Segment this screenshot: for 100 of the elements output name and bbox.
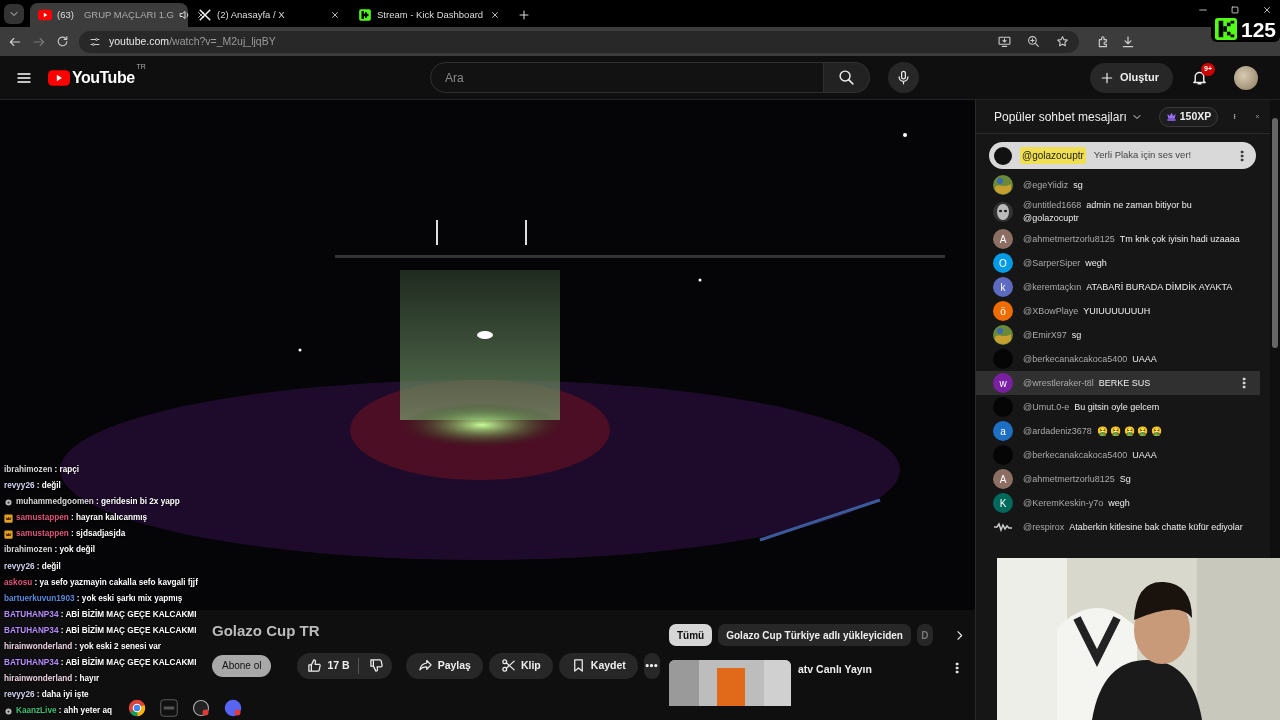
- chat-message: @EmirX97 sg: [1023, 328, 1083, 342]
- browser-icon[interactable]: [128, 699, 146, 717]
- chat-message: @XBowPlaye YUIUUUUUUUH: [1023, 304, 1152, 318]
- more-button[interactable]: [643, 652, 660, 679]
- crown-icon: [1165, 111, 1177, 122]
- chat-message: @berkecanakcakoca5400 UAAA: [1023, 352, 1158, 366]
- avatar-icon[interactable]: [1234, 65, 1258, 90]
- crown-icon: [4, 529, 13, 539]
- subscribe-button[interactable]: Abone ol: [212, 654, 272, 677]
- chat-message: @untitled1668 admin ne zaman bitiyor bu @golazocuptr: [1023, 199, 1193, 225]
- chat-message: hirainwonderland : hayır: [4, 673, 100, 686]
- search-icon: [837, 69, 855, 86]
- thumbs-up-icon: [307, 658, 323, 673]
- chat-message: BATUHANP34 : ABİ BİZİM MAÇ GEÇE KALCAKMI: [4, 656, 197, 670]
- site-info-icon[interactable]: [89, 35, 101, 48]
- avatar: A: [993, 469, 1013, 489]
- download-icon[interactable]: [1121, 34, 1135, 49]
- close-icon[interactable]: [1262, 4, 1272, 15]
- app-icon[interactable]: [224, 699, 242, 717]
- chat-message: @egeYiidiz sg: [1023, 178, 1084, 192]
- chat-message: hirainwonderland : yok eski 2 senesi var: [4, 641, 161, 654]
- maximize-icon[interactable]: [1230, 4, 1240, 15]
- chat-message: askosu : ya sefo yazmayin cakalla sefo kavgali fjjf: [4, 576, 198, 589]
- bookmark-star-icon[interactable]: [1056, 35, 1069, 48]
- chat-message: @wrestleraker-t8l BERKE SUS: [1023, 376, 1152, 390]
- avatar: A: [993, 229, 1013, 249]
- xp-badge[interactable]: 150XP: [1158, 106, 1219, 127]
- gear-icon: [4, 706, 13, 716]
- chat-message: revyy26 : daha iyi işte: [4, 689, 89, 702]
- avatar-icon: [993, 175, 1013, 195]
- avatar-icon: [993, 325, 1013, 345]
- bell-icon[interactable]: [1191, 69, 1208, 86]
- voice-search-button[interactable]: [887, 62, 919, 93]
- chat-message: samustappen : sjdsadjasjda: [16, 528, 126, 541]
- chat-message: revyy26 : değil: [4, 480, 61, 493]
- chat-message: muhammedgoomen : geridesin bi 2x yapp: [16, 496, 180, 509]
- speaker-icon: [179, 9, 191, 21]
- filter-chip[interactable]: Tümü: [669, 624, 713, 646]
- reload-icon[interactable]: [56, 35, 69, 48]
- share-button[interactable]: Paylaş: [405, 652, 483, 679]
- site-icon: [358, 8, 372, 22]
- chat-mode-dropdown[interactable]: Popüler sohbet mesajları: [994, 107, 1143, 126]
- create-button[interactable]: Oluştur: [1089, 62, 1173, 93]
- tab-list-button[interactable]: [4, 4, 24, 24]
- clip-button[interactable]: Klip: [488, 652, 553, 679]
- chat-message: @berkecanakcakoca5400 UAAA: [1023, 448, 1158, 462]
- chat-message: ibrahimozen : rapçi: [4, 464, 80, 476]
- chat-message: @Umut.0-e Bu gitsin oyle gelcem: [1023, 400, 1161, 414]
- author-name[interactable]: @golazocuptr: [1020, 147, 1086, 164]
- chat-message: @ardadeniz3678 🤮 🤮 🤮 🤮 🤮: [1023, 424, 1163, 438]
- share-icon: [417, 658, 433, 673]
- plus-icon: [1099, 70, 1114, 85]
- chat-message-row[interactable]: w @wrestleraker-t8l BERKE SUS: [976, 371, 1260, 395]
- chat-message: KaanzLive : ahh yeter aq: [16, 705, 112, 718]
- filter-chip[interactable]: Golazo Cup Türkiye adlı yükleyiciden: [718, 624, 911, 646]
- scissors-icon: [500, 658, 516, 673]
- logo-icon[interactable]: [48, 69, 70, 86]
- chat-message: samustappen : hayran kalıcanmış: [16, 512, 148, 525]
- chat-message: revyy26 : değil: [4, 560, 61, 573]
- chat-message: BATUHANP34 : ABİ BİZİM MAÇ GEÇE KALCAKMI: [4, 608, 197, 621]
- install-icon[interactable]: [998, 35, 1011, 48]
- new-tab-icon[interactable]: [518, 9, 530, 21]
- crown-icon: [4, 513, 13, 523]
- url-text: youtube.com/watch?v=_M2uj_ljqBY: [109, 33, 276, 49]
- close-icon[interactable]: [330, 10, 340, 20]
- chat-message: @respirox Ataberkin kitlesine bak chatte küfür ediyolar: [1023, 520, 1244, 534]
- gear-icon: [4, 497, 13, 507]
- chat-message: @ahmetmertzorlu8125 Sg: [1023, 472, 1132, 486]
- scrollbar-thumb[interactable]: [1272, 118, 1278, 348]
- site-icon: [198, 8, 212, 22]
- viewer-count: 125: [1240, 18, 1276, 40]
- save-button[interactable]: Kaydet: [558, 652, 638, 679]
- chat-message: @SarperSiper wegh: [1023, 256, 1108, 270]
- pinned-message[interactable]: @golazocuptr Yerli Plaka için ses ver!: [989, 142, 1256, 169]
- close-icon[interactable]: [490, 10, 500, 20]
- chat-message: bartuerkuvun1903 : yok eski şarkı mix yapmış: [4, 592, 183, 605]
- avatar: K: [993, 493, 1013, 513]
- chat-message: ibrahimozen : yok değil: [4, 544, 95, 557]
- avatar: a: [993, 421, 1013, 441]
- browser-tab[interactable]: (2) Anasayfa / X: [190, 3, 348, 27]
- video-title: Golazo Cup TR: [212, 621, 321, 641]
- video-title[interactable]: atv Canlı Yayın: [798, 662, 872, 706]
- avatar: O: [993, 253, 1013, 273]
- logo-text[interactable]: YouTube: [72, 65, 135, 90]
- site-icon: [38, 8, 52, 22]
- avatar: w: [993, 373, 1013, 393]
- chat-message: @keremtaçkın ATABARİ BURADA DİMDİK AYAKTA: [1023, 280, 1234, 294]
- search-button[interactable]: [823, 62, 870, 93]
- address-field[interactable]: youtube.com/watch?v=_M2uj_ljqBY: [79, 30, 1079, 53]
- avatar: ö: [993, 301, 1013, 321]
- chat-message: @ahmetmertzorlu8125 Tm knk çok iyisin hadi uzaaaa: [1023, 232, 1241, 246]
- browser-tab[interactable]: Stream - Kick Dashboard: [350, 3, 508, 27]
- search-field[interactable]: Ara: [429, 62, 824, 93]
- thumbs-down-icon: [368, 658, 384, 673]
- message-text: Yerli Plaka için ses ver!: [1093, 148, 1193, 163]
- avatar-icon: [994, 146, 1012, 165]
- chat-message: BATUHANP34 : ABİ BİZİM MAÇ GEÇE KALCAKMI: [4, 624, 197, 637]
- chat-message: @KeremKeskin-y7o wegh: [1023, 496, 1131, 510]
- avatar-icon: [993, 202, 1013, 222]
- zoom-icon[interactable]: [1027, 35, 1040, 48]
